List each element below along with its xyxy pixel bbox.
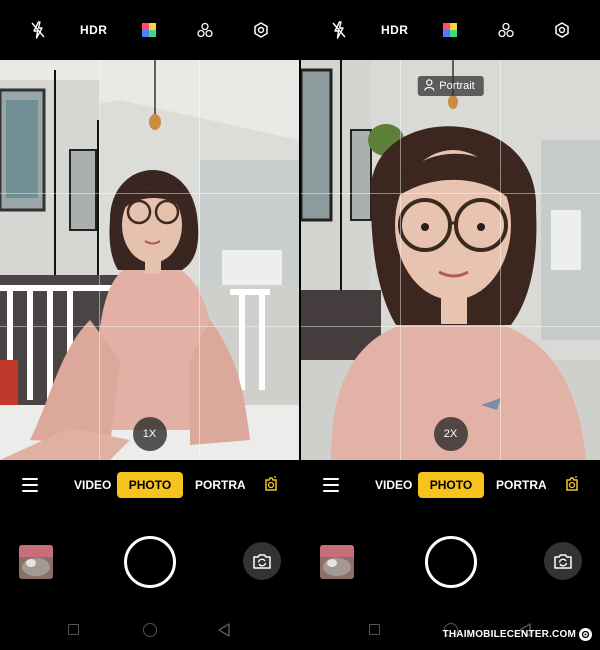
switch-camera-icon[interactable] [544, 542, 582, 580]
mode-portrait[interactable]: PORTRAIT [496, 478, 546, 492]
ai-scene-icon[interactable] [564, 475, 580, 493]
zoom-label: 2X [443, 428, 458, 440]
beauty-icon[interactable] [490, 14, 522, 46]
menu-icon[interactable] [22, 478, 38, 492]
mode-video[interactable]: VIDEO [74, 478, 111, 492]
beauty-icon[interactable] [189, 14, 221, 46]
color-filter-icon[interactable] [434, 14, 466, 46]
grid-line [199, 60, 200, 460]
grid-line [500, 60, 501, 460]
navigation-bar [0, 620, 299, 644]
hdr-button[interactable]: HDR [379, 14, 411, 46]
camera-screen-2x: HDR Portrait 2X VIDEO PHOTO PORTRA [301, 0, 600, 650]
hdr-button[interactable]: HDR [78, 14, 110, 46]
camera-preview-image [301, 60, 600, 460]
camera-screen-1x: HDR 1X VIDEO PHOTO PORTRA [0, 0, 299, 650]
zoom-label: 1X [142, 428, 157, 440]
zoom-button[interactable]: 1X [132, 417, 167, 451]
grid-line [301, 193, 600, 194]
grid-line [0, 326, 299, 327]
portrait-indicator-label: Portrait [439, 80, 475, 92]
switch-camera-icon[interactable] [243, 542, 281, 580]
grid-line [99, 60, 100, 460]
settings-icon[interactable] [245, 14, 277, 46]
ai-scene-icon[interactable] [263, 475, 279, 493]
mode-video[interactable]: VIDEO [375, 478, 412, 492]
color-filter-icon[interactable] [133, 14, 165, 46]
watermark-logo-icon [579, 627, 592, 641]
top-bar: HDR [0, 0, 299, 60]
gallery-thumbnail[interactable] [19, 545, 53, 579]
menu-icon[interactable] [323, 478, 339, 492]
shutter-button[interactable] [425, 536, 477, 588]
recents-icon[interactable] [369, 624, 380, 635]
portrait-indicator: Portrait [417, 76, 484, 96]
flash-off-icon[interactable] [22, 14, 54, 46]
mode-photo[interactable]: PHOTO [117, 472, 183, 498]
back-icon[interactable] [218, 623, 230, 637]
shutter-button[interactable] [124, 536, 176, 588]
hdr-label: HDR [79, 23, 108, 37]
gallery-thumbnail[interactable] [320, 545, 354, 579]
mode-photo[interactable]: PHOTO [418, 472, 484, 498]
zoom-button[interactable]: 2X [433, 417, 468, 451]
mode-bar: VIDEO PHOTO PORTRAIT [301, 472, 600, 500]
mode-portrait[interactable]: PORTRAIT [195, 478, 245, 492]
camera-preview-image [0, 60, 299, 460]
settings-icon[interactable] [546, 14, 578, 46]
person-icon [423, 78, 434, 94]
home-icon[interactable] [143, 623, 157, 637]
flash-off-icon[interactable] [323, 14, 355, 46]
viewfinder[interactable]: 1X [0, 60, 299, 460]
grid-line [400, 60, 401, 460]
watermark: THAIMOBILECENTER.COM [443, 627, 592, 641]
viewfinder[interactable]: Portrait 2X [301, 60, 600, 460]
top-bar: HDR [301, 0, 600, 60]
grid-line [0, 193, 299, 194]
hdr-label: HDR [380, 23, 409, 37]
recents-icon[interactable] [68, 624, 79, 635]
grid-line [301, 326, 600, 327]
mode-bar: VIDEO PHOTO PORTRAIT [0, 472, 299, 500]
watermark-text: THAIMOBILECENTER.COM [442, 628, 576, 640]
